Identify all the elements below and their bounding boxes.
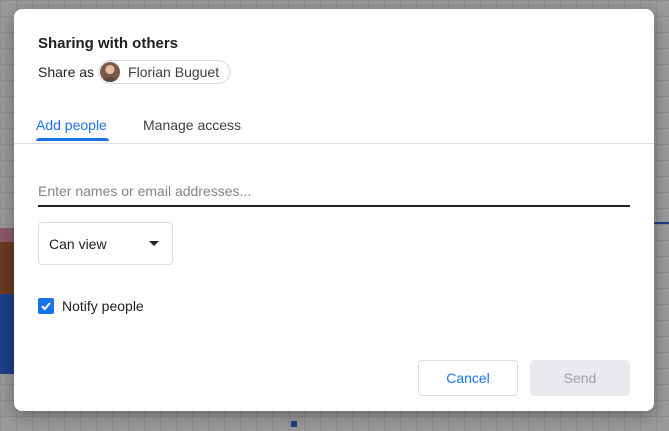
sharing-dialog: Sharing with others Share as Florian Bug…	[14, 9, 654, 411]
dialog-title: Sharing with others	[38, 35, 179, 52]
cancel-button[interactable]: Cancel	[418, 360, 518, 396]
share-as-row: Share as Florian Buguet	[38, 60, 231, 84]
tab-manage-access[interactable]: Manage access	[143, 117, 241, 133]
tab-add-people[interactable]: Add people	[36, 117, 107, 133]
send-button[interactable]: Send	[530, 360, 630, 396]
account-chip[interactable]: Florian Buguet	[98, 60, 231, 84]
checkmark-icon	[41, 302, 51, 311]
background-line	[654, 222, 669, 224]
permission-dropdown[interactable]: Can view	[38, 222, 173, 265]
account-name: Florian Buguet	[128, 64, 220, 80]
people-search-input[interactable]	[38, 177, 630, 207]
active-tab-indicator	[36, 138, 109, 141]
notify-label: Notify people	[62, 298, 144, 314]
caret-down-icon	[149, 241, 159, 246]
notify-people-option[interactable]: Notify people	[38, 298, 144, 314]
permission-value: Can view	[49, 235, 107, 252]
tab-bar: Add people Manage access	[14, 109, 654, 144]
avatar	[100, 62, 121, 82]
background-marker	[291, 421, 297, 427]
notify-checkbox[interactable]	[38, 298, 54, 314]
background-chart-segment	[0, 242, 14, 294]
background-chart-segment	[0, 228, 14, 242]
background-chart-segment	[0, 294, 14, 374]
share-as-label: Share as	[38, 64, 95, 80]
